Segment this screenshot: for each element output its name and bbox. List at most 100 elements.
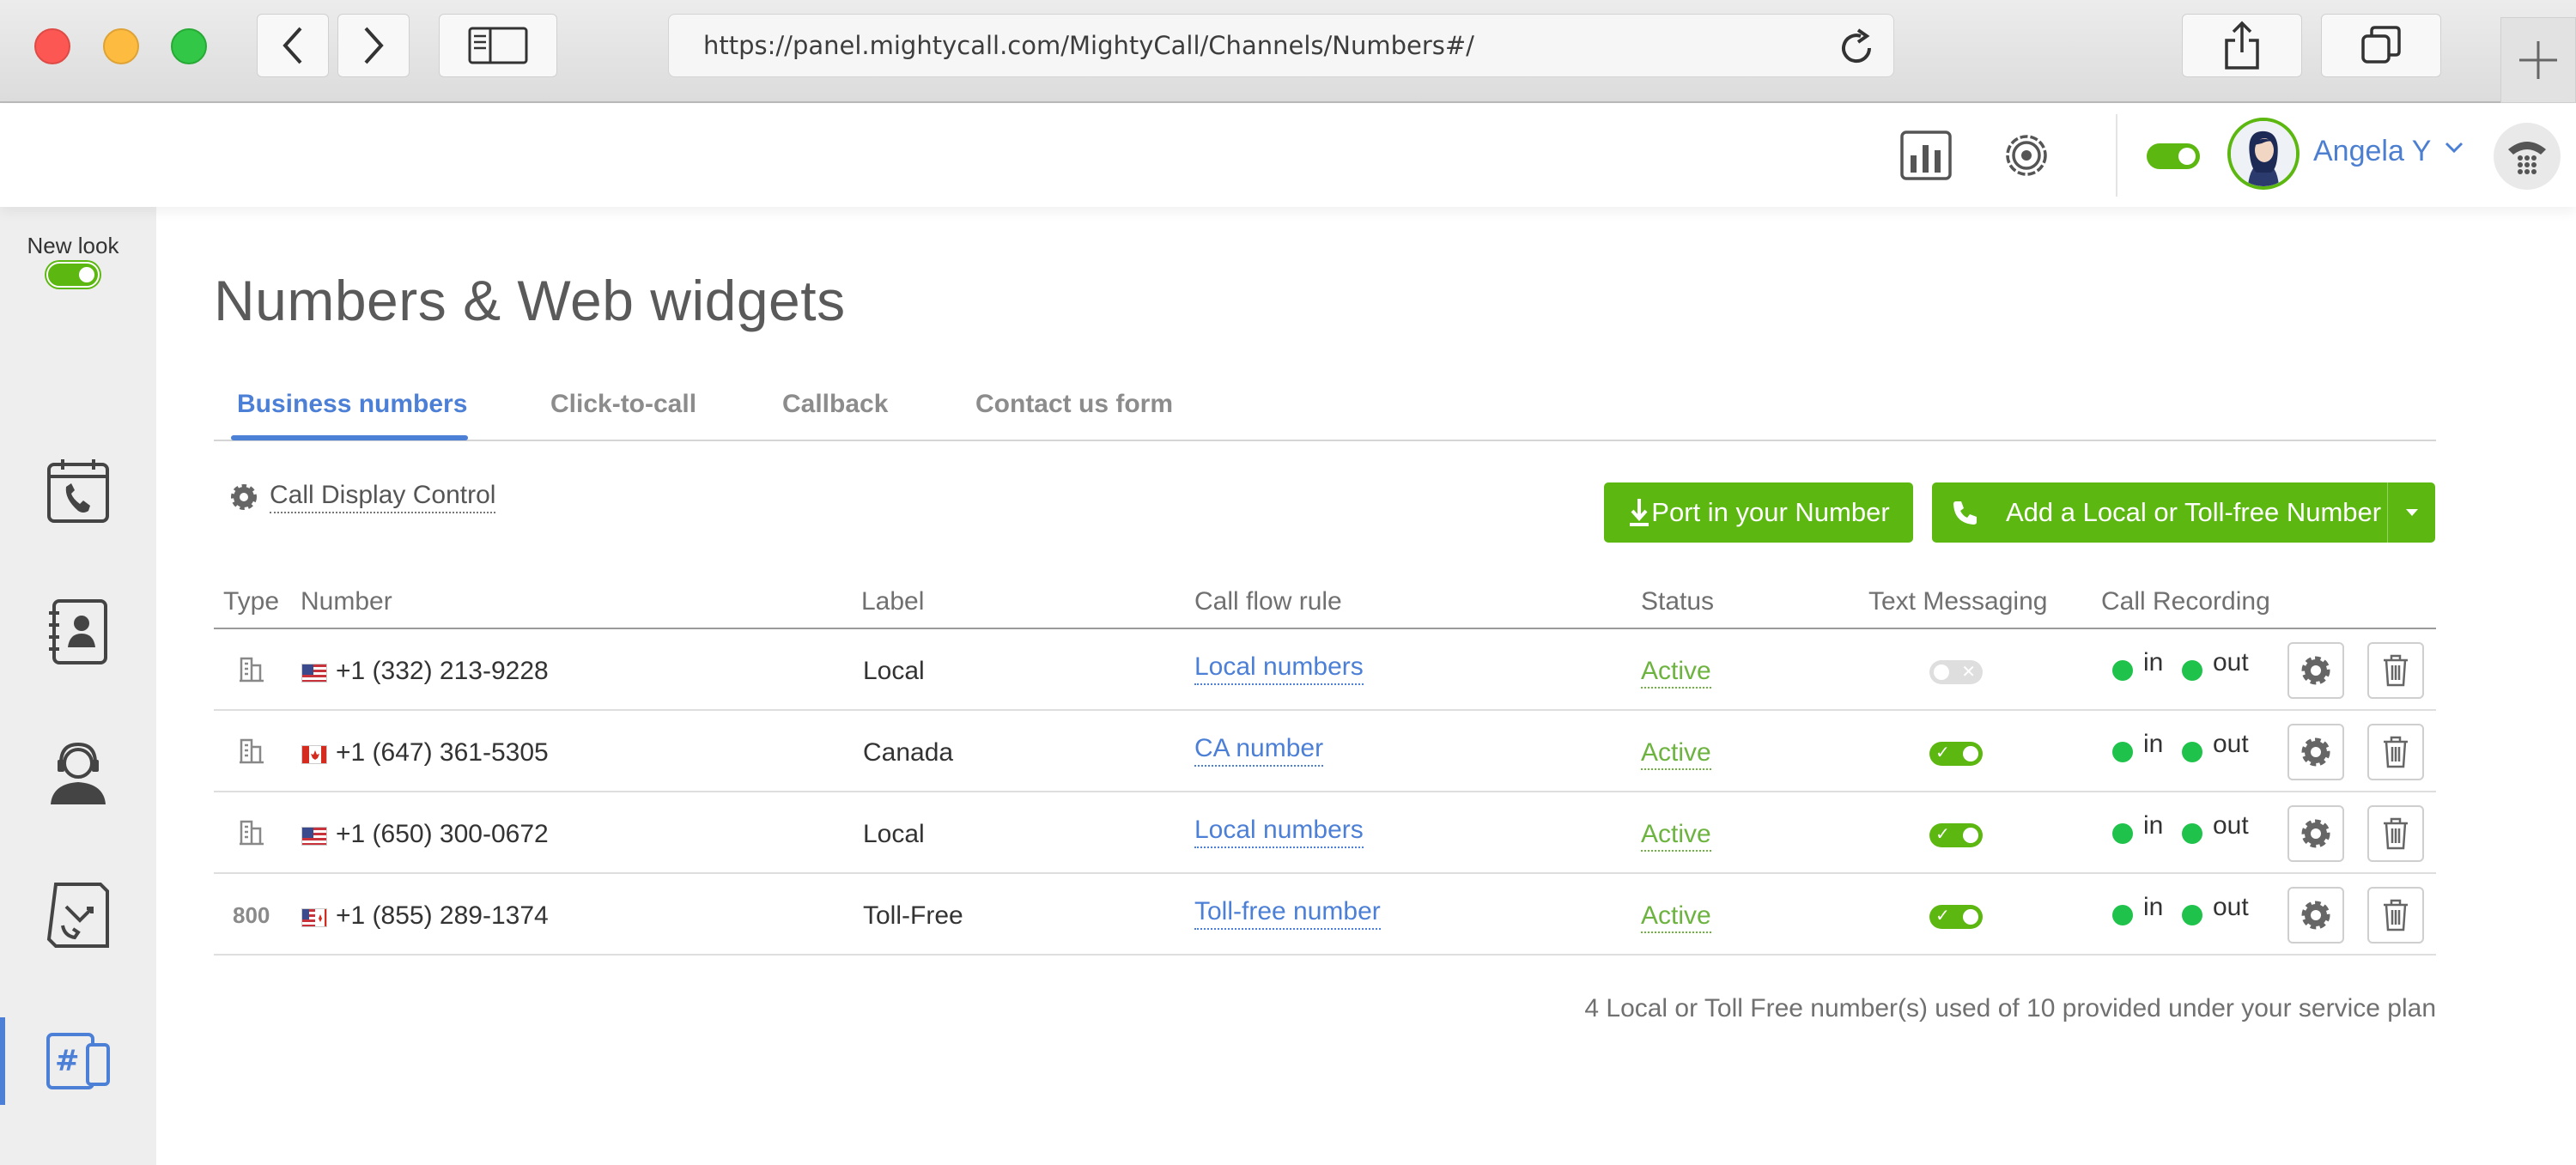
new-look-toggle[interactable] xyxy=(46,262,100,288)
page-title: Numbers & Web widgets xyxy=(214,269,846,332)
text-messaging-toggle[interactable] xyxy=(1929,905,1983,929)
recording-in-dot xyxy=(2112,823,2133,844)
availability-toggle[interactable] xyxy=(2147,143,2200,169)
gear-icon xyxy=(231,484,257,510)
zoom-window-button[interactable] xyxy=(171,28,207,64)
phone-number: +1 (647) 361-5305 xyxy=(336,738,549,767)
number-label: Local xyxy=(863,657,925,685)
status-badge[interactable]: Active xyxy=(1641,901,1711,933)
trash-icon xyxy=(2384,899,2408,931)
call-flow-rule-link[interactable]: CA number xyxy=(1194,734,1324,767)
port-number-label: Port in your Number xyxy=(1651,497,1890,527)
avatar[interactable] xyxy=(2227,118,2300,190)
col-header-status: Status xyxy=(1641,587,1715,616)
canada-flag-icon xyxy=(301,745,327,764)
address-bar[interactable]: https://panel.mightycall.com/MightyCall/… xyxy=(668,14,1894,77)
recording-in-dot xyxy=(2112,660,2133,681)
toll-free-type-label: 800 xyxy=(233,902,270,928)
recording-in-label: in xyxy=(2143,893,2164,921)
number-label: Canada xyxy=(863,738,954,767)
browser-toolbar: https://panel.mightycall.com/MightyCall/… xyxy=(0,0,2576,103)
call-display-control-link[interactable]: Call Display Control xyxy=(228,481,496,513)
recording-out-label: out xyxy=(2213,648,2249,677)
tab-callback[interactable]: Callback xyxy=(782,390,888,419)
tab-click-to-call[interactable]: Click-to-call xyxy=(550,390,696,419)
number-label: Local xyxy=(863,820,925,848)
table-row: +1 (650) 300-0672 Local Local numbers Ac… xyxy=(214,792,2436,874)
call-flow-rule-link[interactable]: Toll-free number xyxy=(1194,897,1381,930)
sidebar: New look # xyxy=(0,207,156,1165)
table-row: 800 +1 (855) 289-1374 Toll-Free Toll-fre… xyxy=(214,874,2436,956)
delete-number-button[interactable] xyxy=(2367,724,2424,780)
call-routing-icon xyxy=(46,883,109,948)
add-number-button[interactable]: Add a Local or Toll-free Number xyxy=(1932,482,2435,543)
col-header-call-recording: Call Recording xyxy=(2101,587,2270,616)
recording-in-label: in xyxy=(2143,811,2164,840)
tab-contact-us-form[interactable]: Contact us form xyxy=(975,390,1173,419)
text-messaging-toggle[interactable] xyxy=(1929,660,1983,684)
status-badge[interactable]: Active xyxy=(1641,657,1711,689)
col-header-call-flow-rule: Call flow rule xyxy=(1194,587,1342,616)
phone-number: +1 (855) 289-1374 xyxy=(336,901,549,930)
user-name[interactable]: Angela Y xyxy=(2313,135,2431,168)
sidebar-item-agents[interactable] xyxy=(0,726,156,821)
chevron-left-icon xyxy=(283,27,302,64)
trash-icon xyxy=(2384,736,2408,768)
close-window-button[interactable] xyxy=(34,28,70,64)
us-flag-icon xyxy=(301,664,327,683)
recording-in-dot xyxy=(2112,905,2133,925)
plus-icon xyxy=(2519,41,2557,79)
col-header-type: Type xyxy=(223,587,280,616)
us-flag-icon xyxy=(301,827,327,846)
caret-down-icon xyxy=(2405,509,2418,516)
number-settings-button[interactable] xyxy=(2287,642,2344,699)
sidebar-item-call-flows[interactable] xyxy=(0,868,156,962)
share-icon xyxy=(2225,21,2259,70)
text-messaging-toggle[interactable] xyxy=(1929,823,1983,847)
share-button[interactable] xyxy=(2182,14,2302,77)
delete-number-button[interactable] xyxy=(2367,805,2424,862)
dialpad-button[interactable] xyxy=(2494,123,2561,190)
new-tab-button[interactable] xyxy=(2500,17,2576,103)
analytics-button[interactable] xyxy=(1899,130,1953,185)
svg-text:#: # xyxy=(55,1044,80,1078)
reload-icon[interactable] xyxy=(1835,27,1878,76)
tabs-overview-button[interactable] xyxy=(2321,14,2441,77)
settings-button[interactable] xyxy=(2001,130,2052,185)
app-header: Angela Y xyxy=(0,104,2576,207)
recording-out-dot xyxy=(2182,823,2202,844)
text-messaging-toggle[interactable] xyxy=(1929,742,1983,766)
col-header-label: Label xyxy=(861,587,925,616)
download-icon xyxy=(1630,499,1649,526)
phone-number: +1 (650) 300-0672 xyxy=(336,820,549,848)
forward-button[interactable] xyxy=(337,14,410,77)
call-flow-rule-link[interactable]: Local numbers xyxy=(1194,652,1364,685)
sidebar-item-numbers[interactable]: # xyxy=(0,1014,156,1108)
sidebar-item-contacts[interactable] xyxy=(0,585,156,679)
port-number-button[interactable]: Port in your Number xyxy=(1604,482,1913,543)
header-divider xyxy=(2116,114,2117,197)
numbers-devices-icon: # xyxy=(46,1033,110,1089)
chevron-down-icon[interactable] xyxy=(2445,142,2464,158)
tab-business-numbers[interactable]: Business numbers xyxy=(237,390,467,419)
bar-chart-icon xyxy=(1900,130,1952,180)
active-tab-indicator xyxy=(231,435,468,440)
url-text: https://panel.mightycall.com/MightyCall/… xyxy=(703,31,1474,60)
table-row: +1 (332) 213-9228 Local Local numbers Ac… xyxy=(214,629,2436,711)
add-number-dropdown-toggle[interactable] xyxy=(2387,482,2435,543)
delete-number-button[interactable] xyxy=(2367,642,2424,699)
number-settings-button[interactable] xyxy=(2287,724,2344,780)
sidebar-toggle-button[interactable] xyxy=(439,14,557,77)
status-badge[interactable]: Active xyxy=(1641,738,1711,770)
sidebar-item-calendar-calls[interactable] xyxy=(0,443,156,537)
call-flow-rule-link[interactable]: Local numbers xyxy=(1194,816,1364,848)
delete-number-button[interactable] xyxy=(2367,887,2424,944)
status-badge[interactable]: Active xyxy=(1641,820,1711,852)
number-settings-button[interactable] xyxy=(2287,805,2344,862)
number-label: Toll-Free xyxy=(863,901,963,930)
contacts-book-icon xyxy=(49,599,107,664)
building-icon xyxy=(238,818,265,850)
minimize-window-button[interactable] xyxy=(103,28,139,64)
number-settings-button[interactable] xyxy=(2287,887,2344,944)
back-button[interactable] xyxy=(257,14,329,77)
